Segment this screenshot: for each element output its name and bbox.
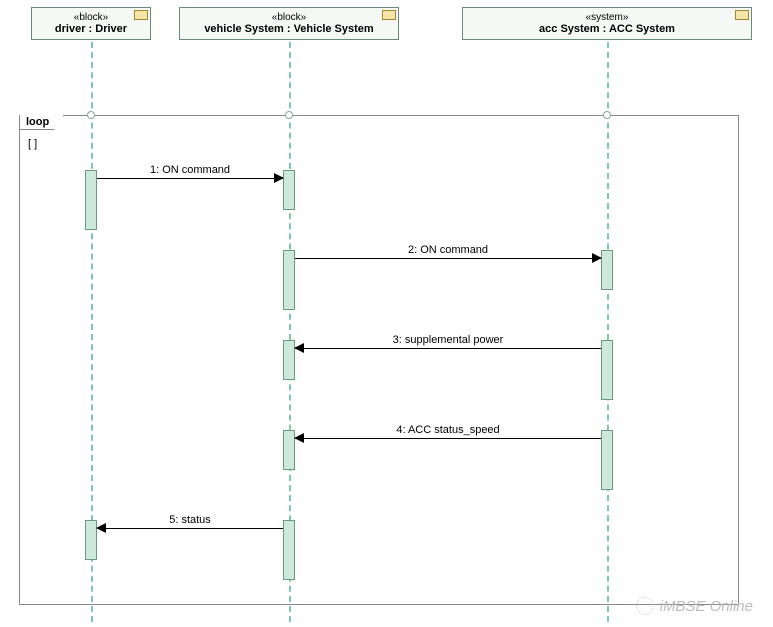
lifeline-name: vehicle System : Vehicle System: [204, 23, 373, 35]
message-1[interactable]: 1: ON command: [97, 168, 283, 182]
message-2[interactable]: 2: ON command: [295, 248, 601, 262]
activation-bar: [601, 250, 613, 290]
activation-bar: [601, 340, 613, 400]
message-label: 3: supplemental power: [295, 334, 601, 346]
stereotype-label: «block»: [272, 12, 306, 23]
watermark-icon: [636, 597, 654, 615]
loop-operator-label: loop: [19, 115, 64, 130]
message-line: [97, 528, 283, 529]
arrow-right-icon: [592, 253, 602, 263]
frame-anchor: [603, 111, 611, 119]
watermark: iMBSE Online: [636, 597, 753, 615]
frame-anchor: [87, 111, 95, 119]
system-icon: [735, 10, 749, 20]
activation-bar: [85, 170, 97, 230]
activation-bar: [283, 520, 295, 580]
arrow-right-icon: [274, 173, 284, 183]
message-5[interactable]: 5: status: [97, 518, 283, 532]
activation-bar: [601, 430, 613, 490]
message-line: [97, 178, 283, 179]
lifeline-name: acc System : ACC System: [539, 23, 675, 35]
arrow-left-icon: [294, 343, 304, 353]
lifeline-name: driver : Driver: [55, 23, 127, 35]
block-icon: [134, 10, 148, 20]
activation-bar: [283, 250, 295, 310]
message-label: 4: ACC status_speed: [295, 424, 601, 436]
stereotype-label: «system»: [586, 12, 629, 23]
stereotype-label: «block»: [74, 12, 108, 23]
arrow-left-icon: [96, 523, 106, 533]
message-label: 5: status: [97, 514, 283, 526]
lifeline-head-acc[interactable]: «system» acc System : ACC System: [462, 7, 752, 40]
loop-guard: [ ]: [28, 138, 37, 150]
message-line: [295, 438, 601, 439]
message-line: [295, 348, 601, 349]
message-3[interactable]: 3: supplemental power: [295, 338, 601, 352]
message-line: [295, 258, 601, 259]
lifeline-head-driver[interactable]: «block» driver : Driver: [31, 7, 151, 40]
message-4[interactable]: 4: ACC status_speed: [295, 428, 601, 442]
frame-anchor: [285, 111, 293, 119]
message-label: 1: ON command: [97, 164, 283, 176]
arrow-left-icon: [294, 433, 304, 443]
block-icon: [382, 10, 396, 20]
message-label: 2: ON command: [295, 244, 601, 256]
activation-bar: [283, 170, 295, 210]
lifeline-head-vehicle[interactable]: «block» vehicle System : Vehicle System: [179, 7, 399, 40]
watermark-text: iMBSE Online: [660, 598, 753, 615]
